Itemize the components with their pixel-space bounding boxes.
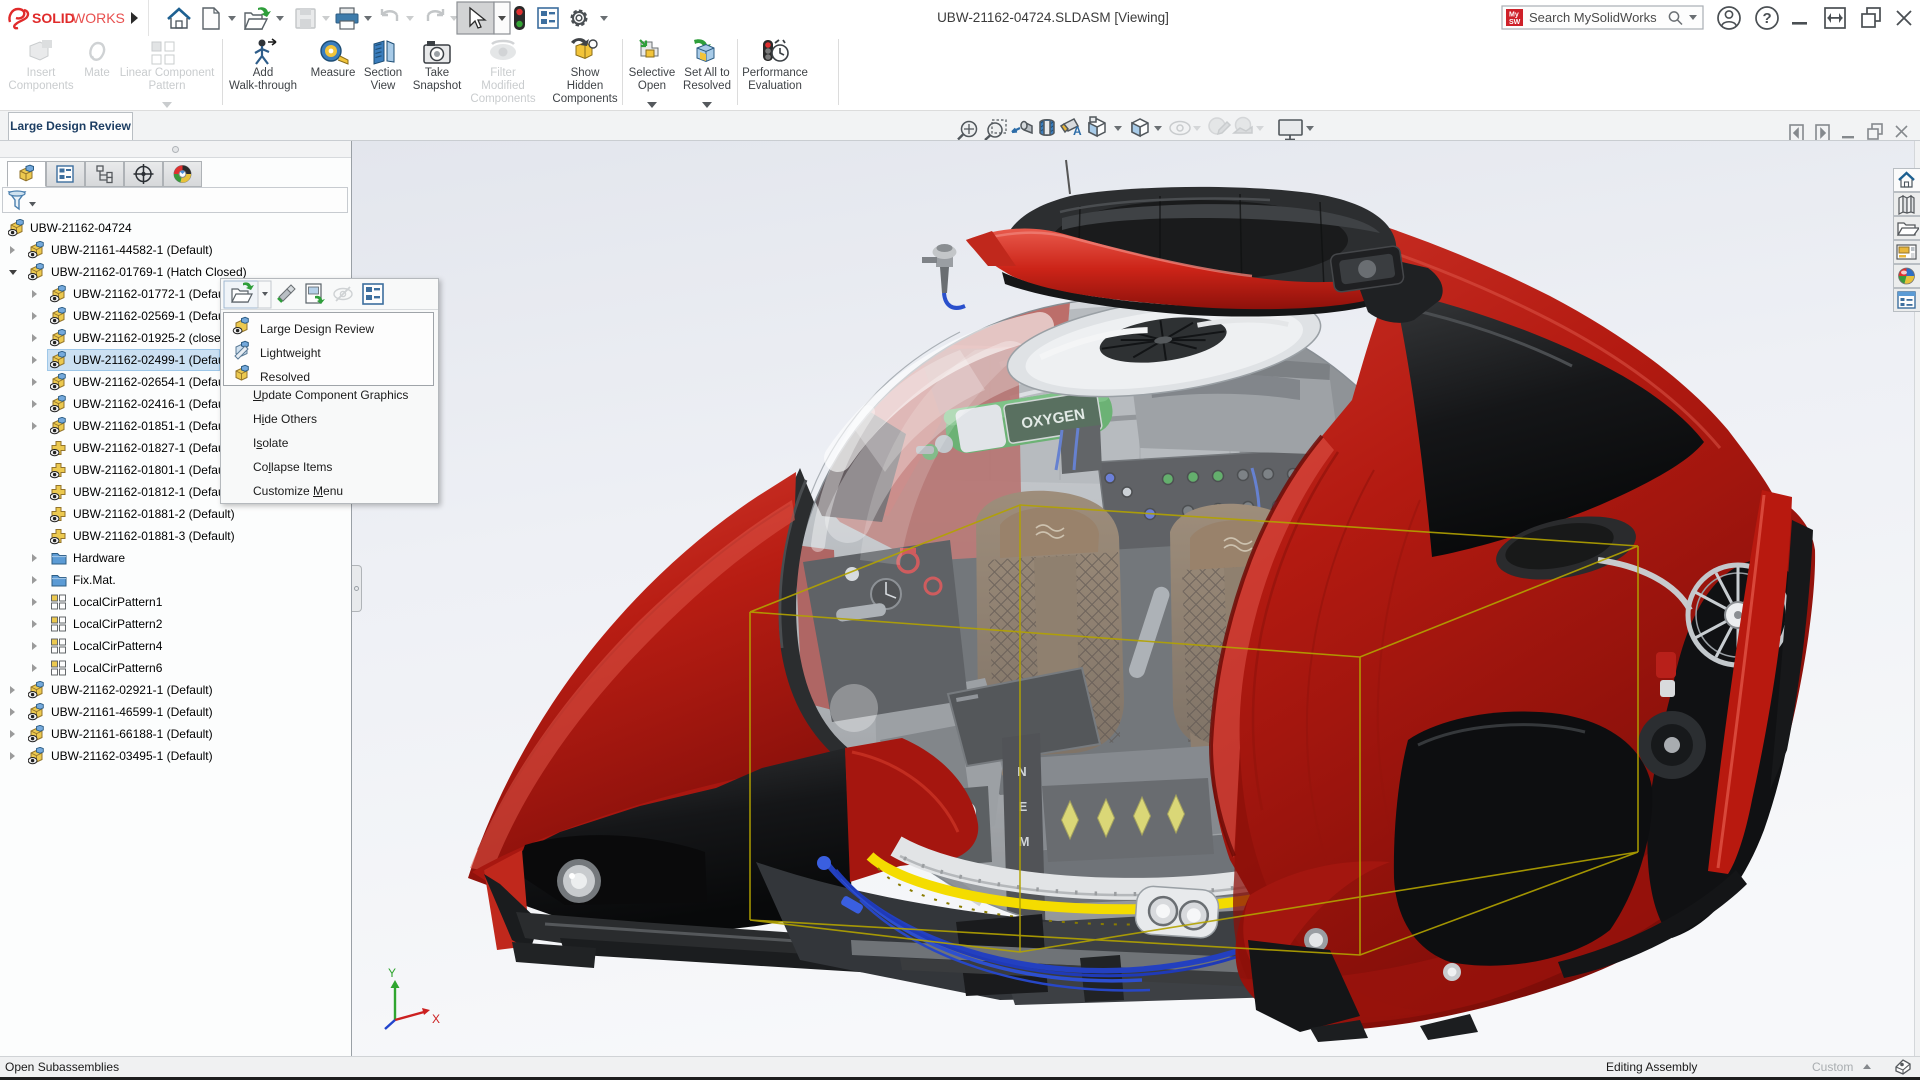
svg-text:View: View — [371, 80, 396, 92]
svg-text:Snapshot: Snapshot — [413, 80, 462, 92]
svg-text:Resolved: Resolved — [683, 80, 731, 92]
svg-text:Section: Section — [364, 67, 402, 79]
svg-text:Pattern: Pattern — [148, 80, 185, 92]
svg-text:Components: Components — [470, 93, 535, 105]
svg-text:Insert: Insert — [27, 67, 57, 79]
svg-text:Take: Take — [425, 67, 449, 79]
svg-text:Linear Component: Linear Component — [120, 67, 215, 79]
svg-text:Search MySolidWorks: Search MySolidWorks — [1529, 10, 1657, 25]
svg-text:Selective: Selective — [629, 67, 676, 79]
svg-text:Components: Components — [552, 93, 617, 105]
svg-text:Components: Components — [8, 80, 73, 92]
svg-text:?: ? — [1763, 10, 1772, 27]
svg-text:Hidden: Hidden — [567, 80, 603, 92]
svg-text:Add: Add — [253, 67, 273, 79]
svg-text:Mate: Mate — [84, 67, 110, 79]
svg-text:Set All to: Set All to — [684, 67, 729, 79]
svg-text:My: My — [1509, 12, 1519, 19]
svg-text:SW: SW — [1509, 19, 1521, 26]
svg-text:Modified: Modified — [481, 80, 524, 92]
svg-text:Evaluation: Evaluation — [748, 80, 802, 92]
svg-text:Y: Y — [388, 966, 396, 980]
svg-text:Walk-through: Walk-through — [229, 80, 297, 92]
svg-text:Open: Open — [638, 80, 666, 92]
svg-text:A: A — [1073, 124, 1082, 138]
svg-text:Performance: Performance — [742, 67, 808, 79]
svg-text:Show: Show — [571, 67, 600, 79]
svg-text:Filter: Filter — [490, 67, 516, 79]
svg-text:X: X — [432, 1012, 440, 1026]
svg-text:SOLID: SOLID — [32, 10, 75, 26]
svg-text:Measure: Measure — [311, 67, 356, 79]
svg-text:WORKS: WORKS — [72, 10, 125, 26]
